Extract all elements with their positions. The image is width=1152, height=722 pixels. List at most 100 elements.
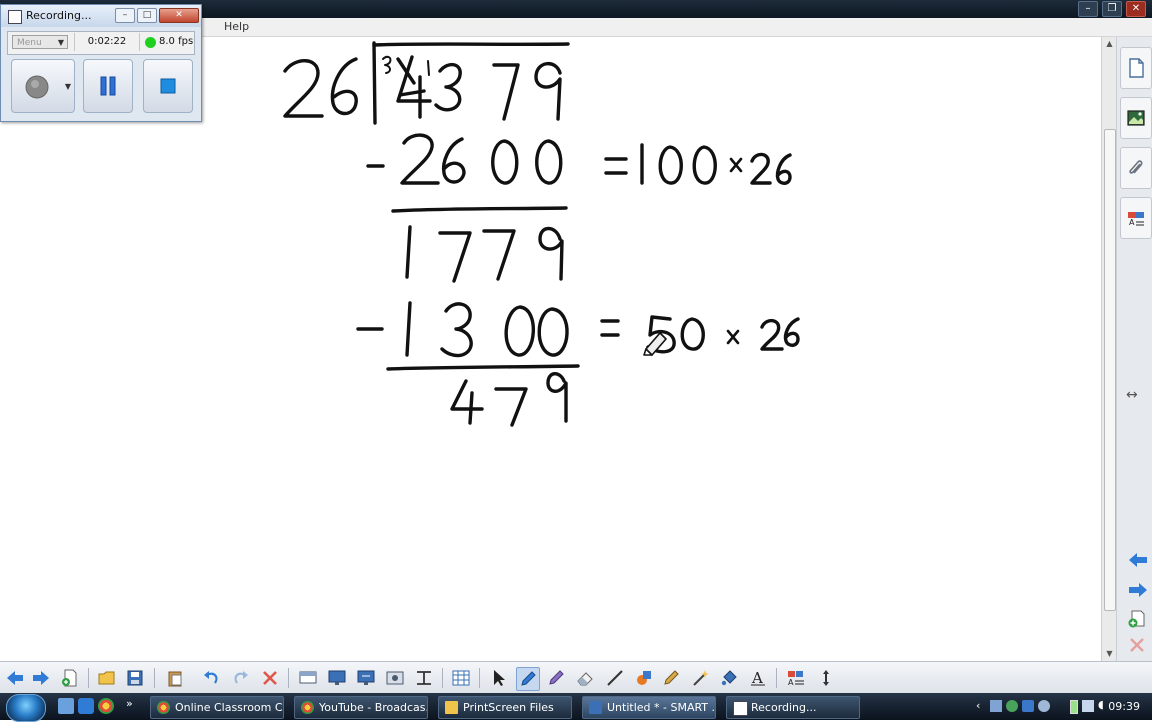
- recording-title-bar[interactable]: Recording... – □ ✕: [1, 5, 201, 27]
- page-sorter-icon[interactable]: [1120, 47, 1152, 89]
- line-icon[interactable]: [604, 667, 626, 689]
- step2-subtraction: [356, 301, 800, 358]
- recorder-menu-dropdown[interactable]: Menu ▼: [12, 35, 68, 49]
- select-icon[interactable]: [488, 667, 510, 689]
- tray-icon-2[interactable]: [1006, 700, 1018, 712]
- attachments-icon[interactable]: [1120, 147, 1152, 189]
- start-button[interactable]: [6, 694, 46, 722]
- chrome-icon: [301, 701, 314, 714]
- scroll-thumb[interactable]: [1104, 129, 1116, 611]
- handwriting-layer: [283, 41, 800, 427]
- tray-icon-3[interactable]: [1022, 700, 1034, 712]
- vertical-scrollbar[interactable]: ▲ ▼: [1101, 37, 1117, 661]
- screen-shade-icon[interactable]: [297, 667, 319, 689]
- underline-1: [391, 206, 568, 213]
- task-recording[interactable]: Recording...: [726, 696, 860, 719]
- pen-icon[interactable]: [516, 667, 540, 691]
- forward-arrow-icon[interactable]: [30, 667, 52, 689]
- full-screen-icon[interactable]: [326, 667, 348, 689]
- menu-help[interactable]: Help: [224, 20, 249, 33]
- task-youtube[interactable]: YouTube - Broadcas...: [294, 696, 428, 719]
- chrome-quicklaunch-icon[interactable]: [98, 698, 114, 714]
- volume-icon[interactable]: ◖: [1098, 698, 1104, 711]
- switch-windows-icon[interactable]: [78, 698, 94, 714]
- tray-icon-1[interactable]: [990, 700, 1002, 712]
- previous-page-icon[interactable]: [1127, 552, 1147, 568]
- record-options-icon[interactable]: ▼: [65, 82, 71, 91]
- whiteboard-canvas[interactable]: [0, 37, 1101, 661]
- undo-icon[interactable]: [200, 667, 222, 689]
- dividend-4379: [396, 55, 562, 121]
- minimize-button[interactable]: –: [1078, 1, 1098, 17]
- remainder-1779: [405, 225, 564, 283]
- svg-text:A: A: [788, 678, 794, 687]
- show-desktop-icon[interactable]: [58, 698, 74, 714]
- network-icon[interactable]: [1082, 700, 1094, 712]
- dual-display-icon[interactable]: [355, 667, 377, 689]
- task-printscreen-files[interactable]: PrintScreen Files: [438, 696, 572, 719]
- close-button[interactable]: ✕: [1126, 1, 1146, 17]
- step1-subtraction: [366, 133, 792, 185]
- properties-icon[interactable]: A: [785, 667, 807, 689]
- back-arrow-icon[interactable]: [4, 667, 26, 689]
- restore-button[interactable]: ❐: [1102, 1, 1122, 17]
- tray-expand-icon[interactable]: ‹: [976, 699, 980, 712]
- pause-button[interactable]: [83, 59, 133, 113]
- folder-icon: [445, 701, 458, 714]
- wand-icon[interactable]: [690, 667, 712, 689]
- svg-text:A: A: [751, 669, 763, 687]
- magic-pen-icon[interactable]: [660, 667, 682, 689]
- delete-icon[interactable]: [259, 667, 281, 689]
- task-smart-notebook[interactable]: Untitled * - SMART ...: [582, 696, 716, 719]
- battery-icon[interactable]: [1070, 700, 1078, 714]
- save-icon[interactable]: [124, 667, 146, 689]
- remainder-479: [450, 372, 568, 427]
- redo-icon[interactable]: [230, 667, 252, 689]
- recording-title: Recording...: [26, 9, 92, 22]
- stop-icon: [160, 78, 176, 94]
- next-page-icon[interactable]: [1127, 582, 1147, 598]
- add-page-icon[interactable]: [1127, 610, 1147, 628]
- clock[interactable]: 09:39: [1108, 700, 1140, 713]
- record-button[interactable]: ▼: [11, 59, 75, 113]
- eraser-icon[interactable]: [574, 667, 596, 689]
- recorder-icon: [8, 10, 22, 24]
- open-icon[interactable]: [96, 667, 118, 689]
- rec-close-button[interactable]: ✕: [159, 8, 199, 23]
- window-controls: – ❐ ✕: [1078, 0, 1146, 18]
- tray-icon-4[interactable]: [1038, 700, 1050, 712]
- chevron-down-icon: ▼: [57, 38, 64, 47]
- gallery-icon[interactable]: [1120, 97, 1152, 139]
- rec-minimize-button[interactable]: –: [115, 8, 135, 23]
- paste-icon[interactable]: [164, 667, 186, 689]
- text-icon[interactable]: A: [747, 667, 769, 689]
- elapsed-time: 0:02:22: [74, 33, 140, 51]
- quicklaunch-overflow[interactable]: »: [126, 697, 133, 710]
- properties-icon[interactable]: A: [1120, 197, 1152, 239]
- side-tab-panel: A ↔: [1116, 37, 1152, 661]
- task-online-classroom[interactable]: Online Classroom C...: [150, 696, 284, 719]
- recorder-icon: [733, 701, 748, 716]
- scroll-up-arrow[interactable]: ▲: [1102, 37, 1117, 51]
- stop-button[interactable]: [143, 59, 193, 113]
- shapes-icon[interactable]: [633, 667, 655, 689]
- toggle-icon[interactable]: [413, 667, 435, 689]
- recording-window: Recording... – □ ✕ Menu ▼ 0:02:22 8.0 fp…: [0, 4, 202, 122]
- divisor-26: [283, 57, 358, 118]
- fill-icon[interactable]: [718, 667, 740, 689]
- table-icon[interactable]: [450, 667, 472, 689]
- notebook-icon: [589, 701, 602, 714]
- bottom-toolbar: A A: [0, 661, 1152, 694]
- dock-switch-arrows[interactable]: ↔: [1126, 387, 1138, 403]
- record-icon: [25, 75, 49, 99]
- system-tray: ‹ ◖ 09:39: [970, 693, 1152, 720]
- scroll-down-arrow[interactable]: ▼: [1102, 647, 1117, 661]
- add-page-icon[interactable]: [58, 667, 80, 689]
- move-toolbar-icon[interactable]: [815, 667, 837, 689]
- rec-maximize-button[interactable]: □: [137, 8, 157, 23]
- creative-pen-icon[interactable]: [545, 667, 567, 689]
- pause-icon: [100, 76, 116, 96]
- status-indicator-icon: [145, 37, 156, 48]
- delete-page-icon[interactable]: [1127, 637, 1147, 653]
- screen-capture-icon[interactable]: [384, 667, 406, 689]
